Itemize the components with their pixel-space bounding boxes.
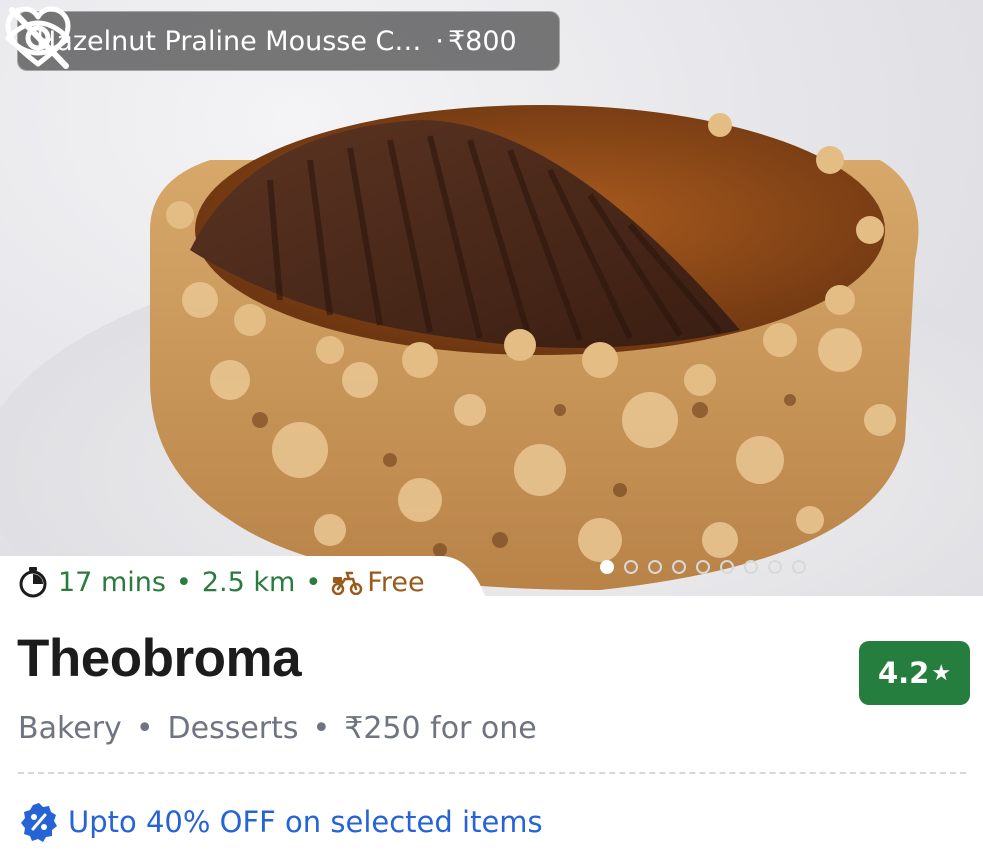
delivery-time: 17 mins (58, 566, 166, 598)
offer-banner[interactable]: Upto 40% OFF on selected items (18, 801, 543, 843)
delivery-separator: • (305, 566, 322, 598)
carousel-dot[interactable] (720, 560, 734, 574)
meta-separator: • (312, 711, 331, 746)
offer-text: Upto 40% OFF on selected items (68, 805, 543, 839)
rating-badge: 4.2 ★ (859, 641, 970, 705)
dish-name: Hazelnut Praline Mousse C… (36, 25, 422, 57)
carousel-dot[interactable] (696, 560, 710, 574)
rating-value: 4.2 (877, 656, 930, 690)
delivery-separator: • (175, 566, 192, 598)
dashed-divider (18, 772, 966, 774)
dish-separator: · (435, 25, 444, 57)
dish-name-pill[interactable]: Hazelnut Praline Mousse C… · ₹800 (17, 11, 560, 71)
restaurant-name[interactable]: Theobroma (17, 628, 302, 689)
restaurant-card[interactable]: Hazelnut Praline Mousse C… · ₹800 17 min… (0, 0, 983, 862)
carousel-dot[interactable] (672, 560, 686, 574)
cake-illustration (0, 105, 983, 596)
meta-separator: • (135, 711, 154, 746)
dish-price: ₹800 (448, 25, 517, 57)
carousel-dot[interactable] (600, 560, 614, 574)
delivery-info: 17 mins • 2.5 km • Free (18, 566, 425, 598)
dish-image[interactable]: Hazelnut Praline Mousse C… · ₹800 (0, 0, 983, 596)
restaurant-meta: Bakery • Desserts • ₹250 for one (18, 711, 537, 746)
stopwatch-icon (19, 567, 47, 598)
image-carousel-indicator[interactable] (600, 560, 806, 574)
star-icon: ★ (931, 660, 952, 686)
scooter-icon (332, 571, 363, 595)
carousel-dot[interactable] (792, 560, 806, 574)
carousel-dot[interactable] (624, 560, 638, 574)
discount-badge-icon (21, 803, 57, 842)
eye-off-icon[interactable] (0, 0, 76, 76)
carousel-dot[interactable] (648, 560, 662, 574)
cost-for-one: ₹250 for one (344, 711, 537, 746)
delivery-fee: Free (367, 566, 425, 598)
cuisine-bakery: Bakery (18, 711, 122, 746)
delivery-distance: 2.5 km (201, 566, 296, 598)
carousel-dot[interactable] (768, 560, 782, 574)
cuisine-desserts: Desserts (167, 711, 299, 746)
carousel-dot[interactable] (744, 560, 758, 574)
